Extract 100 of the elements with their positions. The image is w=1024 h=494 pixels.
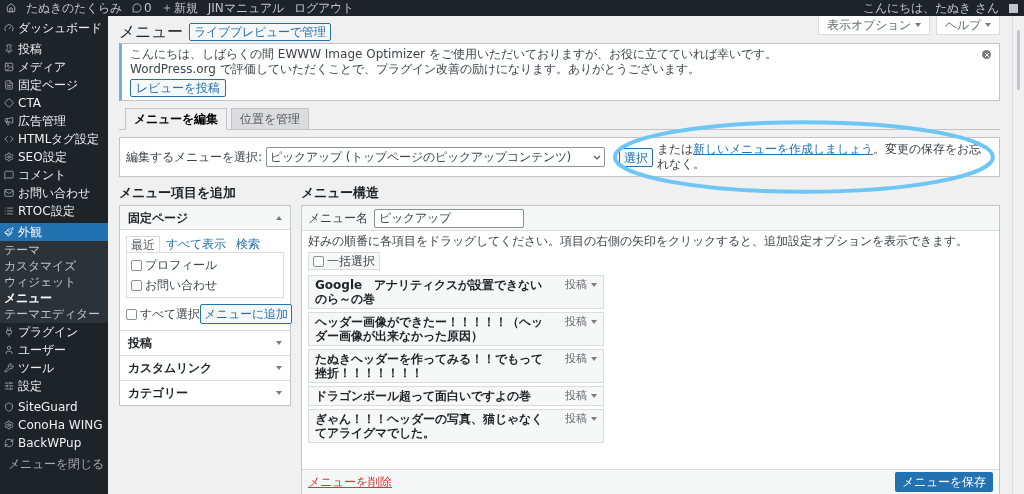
- shield-icon: [4, 402, 14, 412]
- house-icon[interactable]: [6, 3, 16, 13]
- greeting[interactable]: こんにちは、たぬき さん: [863, 1, 999, 15]
- sidebar-item[interactable]: コメント: [0, 166, 108, 184]
- page-icon: [4, 80, 14, 90]
- menu-name-label: メニュー名: [308, 210, 368, 227]
- item-type: 投稿: [565, 413, 587, 425]
- submenu-item[interactable]: テーマエディター: [0, 306, 108, 322]
- mail-icon: [4, 188, 14, 198]
- checkbox[interactable]: [126, 308, 137, 320]
- sidebar-item[interactable]: SiteGuard: [0, 398, 108, 416]
- sidebar-item[interactable]: ダッシュボード: [0, 19, 108, 37]
- menu-item-title: ドラゴンボール超って面白いですよの巻: [315, 389, 532, 403]
- sidebar-item[interactable]: メディア: [0, 58, 108, 76]
- sidebar-item[interactable]: SEO設定: [0, 148, 108, 166]
- checkbox[interactable]: [131, 279, 142, 291]
- checkbox[interactable]: [131, 259, 142, 271]
- plus-icon[interactable]: [161, 3, 172, 13]
- sidebar-item[interactable]: ConoHa WING: [0, 416, 108, 434]
- submenu-item[interactable]: ウィジェット: [0, 274, 108, 290]
- add-to-menu-button[interactable]: メニューに追加: [200, 304, 292, 324]
- sidebar-item[interactable]: ツール: [0, 359, 108, 377]
- delete-menu-link[interactable]: メニューを削除: [308, 473, 392, 491]
- site-name[interactable]: たぬきのたくらみ: [26, 1, 122, 15]
- caret-icon: [591, 320, 597, 324]
- sidebar-item[interactable]: 外観: [0, 223, 108, 241]
- wrench-icon: [4, 363, 14, 373]
- media-icon: [4, 62, 14, 72]
- comment-count[interactable]: 0: [144, 1, 152, 15]
- sidebar-item[interactable]: プラグイン: [0, 323, 108, 341]
- checkbox-label[interactable]: すべて選択: [140, 305, 200, 323]
- section-heading: メニュー構造: [301, 185, 380, 200]
- bulk-select-button[interactable]: 一括選択: [308, 252, 380, 270]
- code-icon: [4, 134, 14, 144]
- item-type: 投稿: [565, 279, 587, 291]
- refresh-icon: [4, 438, 14, 448]
- review-button[interactable]: レビューを投稿: [130, 79, 226, 97]
- sidebar-item[interactable]: 固定ページ: [0, 76, 108, 94]
- hint-text: または新しいメニューを作成しましょう。変更の保存をお忘れなく。: [657, 142, 983, 172]
- item-type: 投稿: [565, 316, 587, 328]
- gear-icon: [4, 152, 14, 162]
- admin-bar-link[interactable]: ログアウト: [293, 1, 354, 15]
- caret-icon: [591, 357, 597, 361]
- sidebar-item[interactable]: お問い合わせ: [0, 184, 108, 202]
- sidebar-item[interactable]: HTMLタグ設定: [0, 130, 108, 148]
- user-icon: [4, 345, 14, 355]
- save-menu-button[interactable]: メニューを保存: [895, 472, 993, 492]
- caret-icon: [591, 283, 597, 287]
- avatar[interactable]: [1009, 3, 1018, 13]
- screen-meta-button[interactable]: 表示オプション: [818, 16, 930, 35]
- submenu-item[interactable]: カスタマイズ: [0, 258, 108, 274]
- speech-bubble-icon: [4, 170, 14, 180]
- admin-bar-link[interactable]: JINマニュアル: [207, 1, 284, 15]
- nav-tab[interactable]: 位置を管理: [231, 108, 309, 130]
- sidebar-item[interactable]: ユーザー: [0, 341, 108, 359]
- live-preview-button[interactable]: ライブプレビューで管理: [189, 23, 331, 41]
- pin-icon: [4, 44, 14, 54]
- caret-icon: [915, 23, 921, 27]
- menu-select[interactable]: ピックアップ (トップページのピックアップコンテンツ): [266, 147, 606, 167]
- sidebar-item[interactable]: 設定: [0, 377, 108, 395]
- page-title: メニュー: [119, 21, 183, 43]
- sidebar-item[interactable]: CTA: [0, 94, 108, 112]
- collapse-menu-button[interactable]: メニューを閉じる: [0, 455, 108, 473]
- section-heading: メニュー項目を追加: [119, 185, 237, 200]
- comment-icon[interactable]: [132, 3, 142, 13]
- sidebar-item[interactable]: 広告管理: [0, 112, 108, 130]
- accordion-tab[interactable]: 検索: [232, 236, 264, 253]
- select-label: 編集するメニューを選択:: [126, 149, 263, 166]
- submenu-item[interactable]: テーマ: [0, 242, 108, 258]
- instructions-text: 好みの順番に各項目をドラッグしてください。項目の右側の矢印をクリックすると、追加設定オプションを表示できます。: [308, 234, 969, 249]
- sidebar-item[interactable]: RTOC設定: [0, 202, 108, 220]
- caret-icon: [985, 23, 991, 27]
- diamond-icon: [4, 98, 14, 108]
- menu-item-bar[interactable]: ぎゃん！！！ヘッダーの写真、猫じゃなくてアライグマでした。 投稿: [308, 409, 604, 443]
- menu-item-title: たぬきヘッダーを作ってみる！！でもって挫折！！！！！！！: [315, 352, 544, 380]
- nav-tab[interactable]: メニューを編集: [125, 108, 227, 130]
- sidebar-item[interactable]: BackWPup: [0, 434, 108, 452]
- accordion-tab[interactable]: すべて表示: [162, 236, 230, 253]
- new-link[interactable]: 新規: [173, 1, 198, 15]
- submenu-item[interactable]: メニュー: [0, 290, 108, 306]
- accordion-header[interactable]: 固定ページ: [120, 206, 290, 230]
- menu-name-field[interactable]: ピックアップ: [374, 208, 524, 228]
- gauge-icon: [4, 23, 14, 33]
- sidebar-item[interactable]: 投稿: [0, 40, 108, 58]
- new-menu-link[interactable]: 新しいメニューを作成しましょう: [693, 142, 874, 156]
- menu-item-bar[interactable]: ドラゴンボール超って面白いですよの巻 投稿: [308, 386, 604, 406]
- menu-item-bar[interactable]: ヘッダー画像ができたー！！！！！（ヘッダー画像が出来なかった原因） 投稿: [308, 312, 604, 346]
- select-button[interactable]: 選択: [619, 147, 654, 167]
- checkbox-label[interactable]: お問い合わせ: [145, 276, 217, 294]
- screen-meta-button[interactable]: ヘルプ: [936, 16, 1000, 35]
- checkbox-label[interactable]: プロフィール: [145, 256, 217, 274]
- menu-item-bar[interactable]: たぬきヘッダーを作ってみる！！でもって挫折！！！！！！！ 投稿: [308, 349, 604, 383]
- dismiss-icon[interactable]: [982, 50, 991, 59]
- menu-item-bar[interactable]: Google アナリティクスが設置できないのら～の巻 投稿: [308, 275, 604, 309]
- caret-icon: [591, 417, 597, 421]
- megaphone-icon: [4, 116, 14, 126]
- plug-icon: [4, 327, 14, 337]
- item-type: 投稿: [565, 353, 587, 365]
- checkbox[interactable]: [313, 255, 324, 267]
- menu-item-title: ヘッダー画像ができたー！！！！！（ヘッダー画像が出来なかった原因）: [315, 315, 544, 343]
